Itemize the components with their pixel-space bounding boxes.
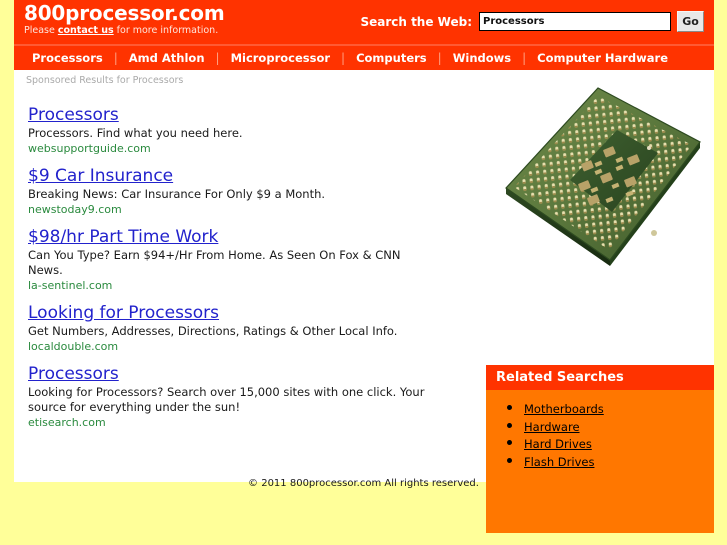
copyright-text: © 2011 800processor.com All rights reser… bbox=[248, 478, 479, 489]
ad-display-url[interactable]: websupportguide.com bbox=[28, 141, 478, 156]
main-navigation: Processors | Amd Athlon | Microprocessor… bbox=[14, 46, 714, 70]
ad-description: Get Numbers, Addresses, Directions, Rati… bbox=[28, 324, 398, 338]
page-container: 800processor.com Please contact us for m… bbox=[14, 0, 714, 533]
related-searches-list: Motherboards Hardware Hard Drives Flash … bbox=[486, 400, 714, 470]
list-item: Motherboards bbox=[524, 400, 714, 418]
ad-title-link[interactable]: Looking for Processors bbox=[28, 302, 219, 324]
ad-item: Processors Processors. Find what you nee… bbox=[28, 104, 478, 156]
tagline-text-before: Please bbox=[24, 25, 58, 36]
ad-display-url[interactable]: newstoday9.com bbox=[28, 202, 478, 217]
ad-description: Breaking News: Car Insurance For Only $9… bbox=[28, 187, 326, 201]
ad-description: Looking for Processors? Search over 15,0… bbox=[28, 385, 425, 414]
nav-item-microprocessor[interactable]: Microprocessor bbox=[229, 51, 332, 65]
search-label: Search the Web: bbox=[360, 14, 472, 29]
footer: © 2011 800processor.com All rights reser… bbox=[0, 478, 727, 489]
search-block: Search the Web: Go bbox=[360, 11, 704, 32]
ad-item: Looking for Processors Get Numbers, Addr… bbox=[28, 302, 478, 354]
nav-separator: | bbox=[215, 51, 220, 65]
site-title: 800processor.com bbox=[24, 1, 225, 25]
related-link-motherboards[interactable]: Motherboards bbox=[524, 402, 604, 416]
list-item: Hardware bbox=[524, 418, 714, 436]
ad-item: $98/hr Part Time Work Can You Type? Earn… bbox=[28, 226, 478, 293]
sponsored-ads-list: Processors Processors. Find what you nee… bbox=[28, 104, 478, 439]
nav-item-computer-hardware[interactable]: Computer Hardware bbox=[535, 51, 670, 65]
list-item: Flash Drives bbox=[524, 453, 714, 471]
ad-title-link[interactable]: $98/hr Part Time Work bbox=[28, 226, 218, 248]
nav-separator: | bbox=[437, 51, 442, 65]
sponsored-results-note: Sponsored Results for Processors bbox=[26, 75, 184, 86]
nav-item-computers[interactable]: Computers bbox=[354, 51, 429, 65]
tagline-text-after: for more information. bbox=[113, 25, 219, 36]
main-content: Sponsored Results for Processors Process… bbox=[14, 70, 714, 533]
contact-us-link[interactable]: contact us bbox=[58, 25, 114, 36]
nav-separator: | bbox=[113, 51, 118, 65]
related-link-hard-drives[interactable]: Hard Drives bbox=[524, 437, 592, 451]
site-tagline: Please contact us for more information. bbox=[24, 25, 224, 37]
ad-description: Can You Type? Earn $94+/Hr From Home. As… bbox=[28, 248, 401, 277]
ad-title-link[interactable]: Processors bbox=[28, 104, 119, 126]
nav-item-amd-athlon[interactable]: Amd Athlon bbox=[127, 51, 207, 65]
ad-display-url[interactable]: etisearch.com bbox=[28, 415, 478, 430]
ad-description: Processors. Find what you need here. bbox=[28, 126, 243, 140]
related-searches-heading: Related Searches bbox=[486, 365, 714, 390]
nav-separator: | bbox=[341, 51, 346, 65]
related-link-hardware[interactable]: Hardware bbox=[524, 420, 580, 434]
list-item: Hard Drives bbox=[524, 435, 714, 453]
ad-display-url[interactable]: la-sentinel.com bbox=[28, 278, 478, 293]
nav-item-processors[interactable]: Processors bbox=[30, 51, 105, 65]
cpu-chip-photo bbox=[478, 70, 714, 285]
related-searches-box: Related Searches Motherboards Hardware H… bbox=[486, 365, 714, 533]
nav-separator: | bbox=[522, 51, 527, 65]
nav-item-windows[interactable]: Windows bbox=[451, 51, 513, 65]
ad-title-link[interactable]: Processors bbox=[28, 363, 119, 385]
ad-item: $9 Car Insurance Breaking News: Car Insu… bbox=[28, 165, 478, 217]
brand-block: 800processor.com Please contact us for m… bbox=[24, 1, 225, 37]
go-button[interactable]: Go bbox=[677, 11, 704, 32]
ad-item: Processors Looking for Processors? Searc… bbox=[28, 363, 478, 430]
ad-title-link[interactable]: $9 Car Insurance bbox=[28, 165, 173, 187]
ad-display-url[interactable]: localdouble.com bbox=[28, 339, 478, 354]
site-header: 800processor.com Please contact us for m… bbox=[14, 0, 714, 44]
search-input[interactable] bbox=[479, 12, 671, 31]
related-link-flash-drives[interactable]: Flash Drives bbox=[524, 455, 594, 469]
cpu-chip-illustration bbox=[478, 70, 714, 285]
